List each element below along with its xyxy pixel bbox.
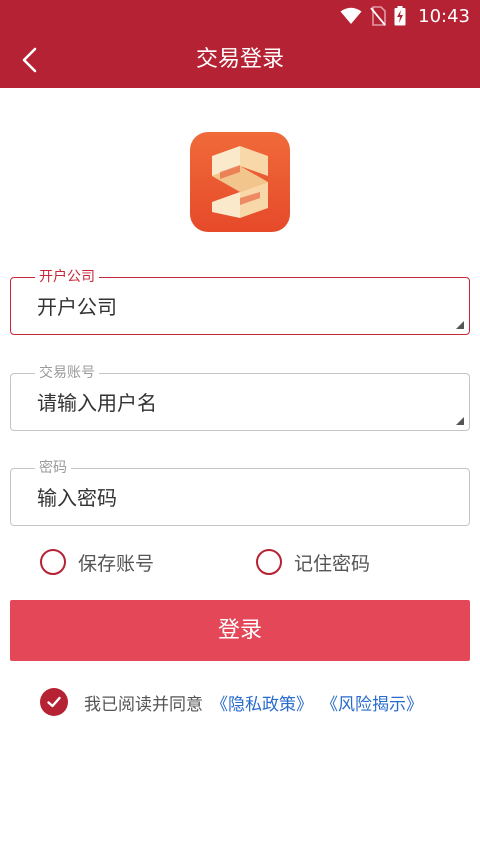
status-time: 10:43 [418, 5, 470, 27]
remember-password-label: 记住密码 [294, 552, 371, 575]
status-icons: 10:43 [340, 4, 470, 28]
battery-charging-icon [394, 6, 406, 26]
save-account-option[interactable]: 保存账号 [40, 548, 154, 576]
dropdown-corner-icon[interactable] [456, 417, 464, 425]
login-button[interactable]: 登录 [10, 600, 470, 661]
agreement-row: 我已阅读并同意 《隐私政策》 《风险揭示》 [40, 688, 431, 716]
company-field-label: 开户公司 [35, 268, 99, 286]
risk-disclosure-link[interactable]: 《风险揭示》 [321, 690, 423, 715]
company-field-value[interactable]: 开户公司 [37, 294, 117, 320]
status-bar: 10:43 [0, 0, 480, 32]
company-field[interactable]: 开户公司 开户公司 [10, 268, 470, 335]
account-field-label: 交易账号 [35, 364, 99, 382]
save-account-radio[interactable] [40, 549, 66, 575]
page-title: 交易登录 [195, 47, 284, 72]
dropdown-corner-icon[interactable] [456, 321, 464, 329]
password-field[interactable]: 密码 输入密码 [10, 459, 470, 526]
agreement-checkbox[interactable] [40, 688, 68, 716]
privacy-policy-link[interactable]: 《隐私政策》 [211, 690, 313, 715]
app-logo-s-icon [212, 146, 268, 218]
remember-password-radio[interactable] [256, 549, 282, 575]
save-account-label: 保存账号 [78, 552, 155, 575]
app-bar: 交易登录 [0, 32, 480, 88]
password-field-label: 密码 [35, 459, 71, 477]
no-sim-icon [370, 6, 386, 26]
wifi-icon [340, 7, 362, 24]
account-field[interactable]: 交易账号 请输入用户名 [10, 364, 470, 431]
password-input[interactable]: 输入密码 [37, 485, 117, 511]
account-input[interactable]: 请输入用户名 [37, 390, 157, 416]
remember-password-option[interactable]: 记住密码 [256, 548, 370, 576]
agreement-text: 我已阅读并同意 [84, 694, 203, 715]
app-logo [190, 132, 290, 232]
check-icon [47, 696, 61, 708]
